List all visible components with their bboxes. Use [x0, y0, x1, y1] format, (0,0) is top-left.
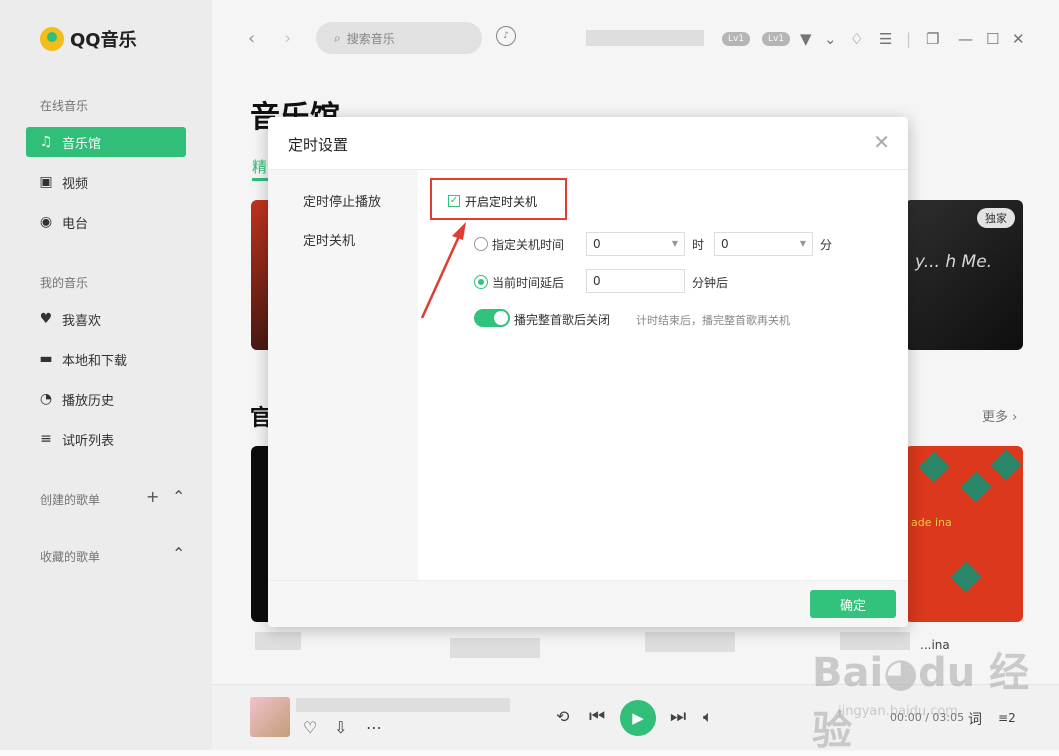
annotation-arrow [420, 222, 466, 319]
arrow-head [452, 222, 466, 240]
arrow-shaft [420, 233, 462, 319]
watermark-logo: Bai◕du 经验 [812, 650, 1030, 754]
watermark-url: jingyan.baidu.com [838, 704, 958, 719]
